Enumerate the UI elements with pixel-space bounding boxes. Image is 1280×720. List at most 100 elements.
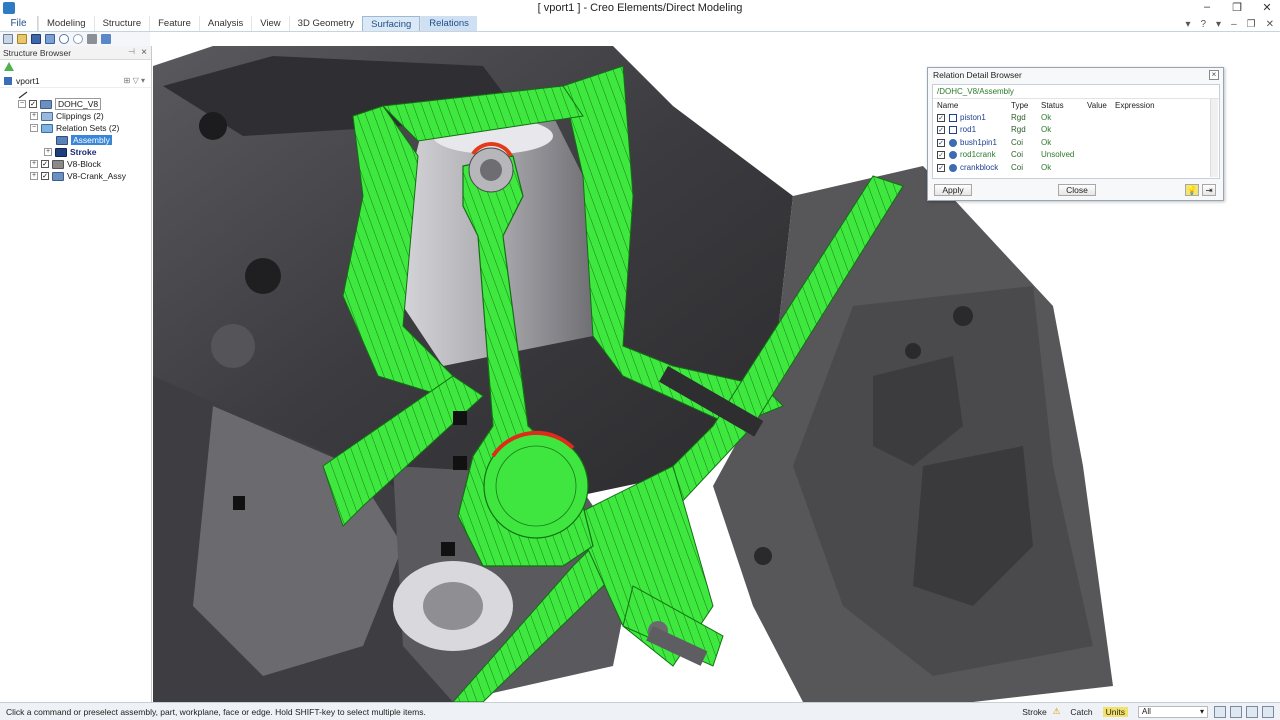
options-icon[interactable] bbox=[101, 34, 111, 44]
visibility-checkbox[interactable]: ✓ bbox=[29, 100, 37, 108]
close-icon[interactable]: × bbox=[141, 47, 147, 58]
tab-modeling[interactable]: Modeling bbox=[38, 16, 94, 31]
tree-node-clippings[interactable]: + Clippings (2) bbox=[0, 110, 151, 122]
part-icon bbox=[52, 159, 64, 169]
close-icon[interactable]: × bbox=[1209, 70, 1219, 80]
file-menu[interactable]: File bbox=[0, 16, 38, 31]
relations-scrollbar[interactable] bbox=[1210, 99, 1218, 177]
ribbon-tabs: File Modeling Structure Feature Analysis… bbox=[0, 16, 1280, 32]
tree-node-assembly[interactable]: Assembly bbox=[0, 134, 151, 146]
col-name[interactable]: Name bbox=[933, 99, 1007, 111]
enable-checkbox[interactable]: ✓ bbox=[937, 151, 945, 160]
minimize-button[interactable]: – bbox=[1200, 1, 1214, 14]
status-message: Click a command or preselect assembly, p… bbox=[6, 706, 426, 717]
tree-node-dohc-v8[interactable]: − ✓ DOHC_V8 bbox=[0, 98, 151, 110]
table-row[interactable]: ✓ piston1 Rgd Ok bbox=[933, 111, 1211, 124]
viewport-filter-icons[interactable]: ⊞ ▽ ▾ bbox=[124, 76, 145, 85]
close-window-button[interactable]: ✕ bbox=[1260, 1, 1274, 14]
save-icon[interactable] bbox=[31, 34, 41, 44]
relation-name: rod1crank bbox=[960, 150, 996, 160]
tree-node-v8-block[interactable]: + ✓ V8-Block bbox=[0, 158, 151, 170]
relation-status: Ok bbox=[1041, 162, 1052, 172]
doc-minimize-button[interactable]: – bbox=[1231, 19, 1237, 30]
coincident-icon bbox=[949, 151, 957, 160]
new-file-icon[interactable] bbox=[3, 34, 13, 44]
ribbon-right-controls: ▾ ? ▾ – ❐ ✕ bbox=[1185, 16, 1274, 32]
enable-checkbox[interactable]: ✓ bbox=[937, 126, 945, 135]
tab-feature[interactable]: Feature bbox=[149, 16, 199, 31]
tab-3d-geometry[interactable]: 3D Geometry bbox=[288, 16, 363, 31]
visibility-checkbox[interactable]: ✓ bbox=[41, 160, 49, 168]
rigid-icon bbox=[949, 126, 957, 135]
viewport-row[interactable]: vport1 ⊞ ▽ ▾ bbox=[0, 74, 151, 88]
active-relation-set[interactable]: Stroke ⚠ bbox=[1022, 706, 1060, 717]
status-icons bbox=[1214, 705, 1274, 718]
col-expression[interactable]: Expression bbox=[1111, 99, 1211, 111]
expand-icon[interactable]: + bbox=[30, 112, 38, 120]
close-button[interactable]: Close bbox=[1058, 184, 1096, 196]
visibility-checkbox[interactable]: ✓ bbox=[41, 172, 49, 180]
customize-chevron-icon[interactable]: ▾ bbox=[1185, 19, 1190, 30]
redo-icon[interactable] bbox=[73, 34, 83, 44]
title-bar: [ vport1 ] - Creo Elements/Direct Modeli… bbox=[0, 0, 1280, 16]
filter-value: All bbox=[1142, 707, 1151, 716]
doc-restore-button[interactable]: ❐ bbox=[1247, 19, 1256, 30]
browser-toolrow bbox=[0, 60, 151, 74]
save-all-icon[interactable] bbox=[45, 34, 55, 44]
enable-checkbox[interactable]: ✓ bbox=[937, 138, 945, 147]
expand-icon[interactable]: + bbox=[30, 160, 38, 168]
relation-name: bush1pin1 bbox=[960, 137, 997, 147]
tree-node-label: DOHC_V8 bbox=[55, 98, 102, 110]
collapse-icon[interactable]: − bbox=[30, 124, 38, 132]
window-controls: – ❐ ✕ bbox=[1200, 1, 1274, 14]
pin-icon[interactable]: ⊣ bbox=[128, 47, 135, 56]
col-status[interactable]: Status bbox=[1037, 99, 1083, 111]
relation-status: Ok bbox=[1041, 112, 1052, 122]
coincident-icon bbox=[949, 138, 957, 147]
tools-icon[interactable] bbox=[87, 34, 97, 44]
layout-icon[interactable] bbox=[1262, 705, 1274, 718]
select-mode-icon[interactable] bbox=[1214, 705, 1226, 718]
doc-close-button[interactable]: ✕ bbox=[1266, 19, 1274, 30]
col-value[interactable]: Value bbox=[1083, 99, 1111, 111]
relation-name: rod1 bbox=[960, 125, 977, 135]
table-row[interactable]: ✓ rod1 Rgd Ok bbox=[933, 124, 1211, 137]
relation-type: Coi bbox=[1011, 150, 1024, 160]
tree-node-stroke[interactable]: + Stroke bbox=[0, 146, 151, 158]
expand-icon[interactable]: + bbox=[44, 148, 52, 156]
tab-analysis[interactable]: Analysis bbox=[198, 16, 251, 31]
tab-view[interactable]: View bbox=[251, 16, 288, 31]
help-icon[interactable]: ? bbox=[1200, 19, 1206, 30]
quick-access-toolbar bbox=[0, 32, 150, 46]
units-button[interactable]: Units bbox=[1102, 706, 1128, 717]
selection-filter-dropdown[interactable]: All ▾ bbox=[1138, 705, 1208, 718]
assembly-icon bbox=[52, 171, 64, 181]
tab-relations[interactable]: Relations bbox=[420, 16, 477, 31]
open-folder-icon[interactable] bbox=[17, 34, 27, 44]
relation-set-label: Stroke bbox=[1022, 706, 1047, 717]
lightbulb-icon[interactable]: 💡 bbox=[1185, 184, 1199, 196]
col-type[interactable]: Type bbox=[1007, 99, 1037, 111]
catch-button[interactable]: Catch bbox=[1070, 707, 1092, 717]
table-row[interactable]: ✓ crankblock Coi Ok bbox=[933, 161, 1211, 174]
apply-button[interactable]: Apply bbox=[934, 184, 972, 196]
undo-icon[interactable] bbox=[59, 34, 69, 44]
enable-checkbox[interactable]: ✓ bbox=[937, 163, 945, 172]
tree-node-v8-crank-assy[interactable]: + ✓ V8-Crank_Assy bbox=[0, 170, 151, 182]
fullscreen-icon[interactable] bbox=[1246, 705, 1258, 718]
tab-surfacing[interactable]: Surfacing bbox=[362, 16, 421, 31]
expand-icon[interactable]: + bbox=[30, 172, 38, 180]
tab-structure[interactable]: Structure bbox=[93, 16, 150, 31]
enable-checkbox[interactable]: ✓ bbox=[937, 113, 945, 122]
filter-tree-icon[interactable] bbox=[4, 62, 14, 72]
pencil-icon[interactable] bbox=[18, 91, 28, 99]
collapse-icon[interactable]: − bbox=[18, 100, 26, 108]
table-row[interactable]: ✓ bush1pin1 Coi Ok bbox=[933, 136, 1211, 149]
help-dropdown-icon[interactable]: ▾ bbox=[1216, 19, 1221, 30]
window-mode-icon[interactable] bbox=[1230, 705, 1242, 718]
table-row[interactable]: ✓ rod1crank Coi Unsolved bbox=[933, 149, 1211, 162]
tree-node-relation-sets[interactable]: − Relation Sets (2) bbox=[0, 122, 151, 134]
dock-icon[interactable]: ⇥ bbox=[1202, 184, 1216, 196]
relation-status: Ok bbox=[1041, 125, 1052, 135]
maximize-button[interactable]: ❐ bbox=[1230, 1, 1244, 14]
